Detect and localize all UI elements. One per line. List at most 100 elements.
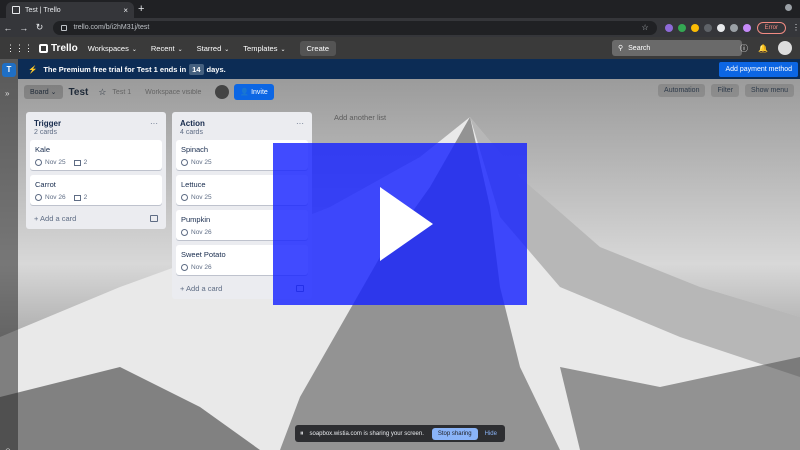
profile-avatar-icon[interactable] <box>742 23 751 32</box>
share-message: soapbox.wistia.com is sharing your scree… <box>309 430 424 437</box>
due-date: Nov 25 <box>191 194 212 201</box>
attachment-icon <box>73 194 81 201</box>
due-date: Nov 26 <box>191 229 212 236</box>
list-title[interactable]: Action <box>180 119 205 128</box>
reload-button[interactable]: ↻ <box>32 22 48 33</box>
extensions-area <box>664 23 751 32</box>
search-icon: ⚲ <box>618 45 624 52</box>
new-tab-button[interactable]: + <box>138 2 144 16</box>
premium-trial-banner: ⚡ The Premium free trial for Test 1 ends… <box>18 59 800 79</box>
back-button[interactable]: ← <box>0 23 16 33</box>
list-trigger[interactable]: Trigger ··· 2 cards Kale Nov 25 2 Carrot… <box>26 112 166 229</box>
url-text: trello.com/b/i2hM31j/test <box>73 24 150 31</box>
board-view-switcher[interactable]: Board ⌄ <box>24 85 63 99</box>
play-icon <box>380 187 433 261</box>
clock-icon <box>35 159 42 166</box>
add-card-button[interactable]: + Add a card <box>30 210 162 225</box>
board-title[interactable]: Test <box>69 87 89 98</box>
notifications-bell-icon[interactable]: 🔔 <box>758 44 768 53</box>
automation-button[interactable]: Automation <box>658 84 706 97</box>
chevron-down-icon: ⌄ <box>177 46 183 53</box>
error-button[interactable]: Error <box>756 21 786 34</box>
card-kale[interactable]: Kale Nov 25 2 <box>30 140 162 170</box>
browser-tab[interactable]: Test | Trello × <box>6 2 134 18</box>
trello-logo-text: Trello <box>51 42 78 54</box>
create-button[interactable]: Create <box>299 40 337 56</box>
search-placeholder: Search <box>628 44 651 52</box>
stop-sharing-button[interactable]: Stop sharing <box>431 427 478 440</box>
trello-page: ⋮⋮⋮ Trello Workspaces ⌄ Recent ⌄ Starred ⌄ … <box>0 37 800 450</box>
pause-icon: ⏸ <box>300 429 304 437</box>
browser-address-bar: ← → ↻ trello.com/b/i2hM31j/test ☆ Error … <box>0 18 800 37</box>
list-menu-icon[interactable]: ··· <box>296 119 304 128</box>
workspace-badge[interactable]: T <box>2 63 16 77</box>
workspace-name-button[interactable]: Test 1 <box>112 89 131 96</box>
lightning-icon: ⚡ <box>28 64 38 74</box>
invite-button[interactable]: 👤 Invite <box>234 84 274 100</box>
banner-text-end: days. <box>206 64 226 74</box>
forward-button[interactable]: → <box>16 23 32 33</box>
nav-recent[interactable]: Recent ⌄ <box>151 44 183 53</box>
expand-sidebar-icon[interactable]: » <box>5 89 9 98</box>
browser-menu-icon[interactable]: ⋮ <box>792 23 800 32</box>
star-board-icon[interactable]: ☆ <box>98 87 106 98</box>
app-switcher-icon[interactable]: ⋮⋮⋮ <box>6 43 33 54</box>
list-title[interactable]: Trigger <box>34 119 61 128</box>
extension-icon[interactable] <box>677 23 686 32</box>
record-indicator-icon <box>785 4 792 13</box>
puzzle-icon[interactable] <box>729 23 738 32</box>
search-input[interactable]: ⚲ Search <box>612 40 742 56</box>
list-card-count: 2 cards <box>34 129 57 136</box>
add-payment-method-button[interactable]: Add payment method <box>719 62 798 77</box>
extension-icon[interactable] <box>716 23 725 32</box>
clock-icon <box>181 159 188 166</box>
card-title: Carrot <box>35 180 56 189</box>
lock-icon <box>61 24 68 31</box>
clock-icon <box>181 194 188 201</box>
nav-templates[interactable]: Templates ⌄ <box>243 44 285 53</box>
user-avatar[interactable] <box>778 41 792 55</box>
person-icon: 👤 <box>240 89 250 96</box>
trello-top-nav: ⋮⋮⋮ Trello Workspaces ⌄ Recent ⌄ Starred ⌄ … <box>0 37 800 59</box>
url-field[interactable]: trello.com/b/i2hM31j/test ☆ <box>53 20 657 35</box>
add-list-button[interactable]: Add another list <box>334 113 386 122</box>
bookmark-star-icon[interactable]: ☆ <box>641 23 648 32</box>
trello-logo-icon <box>39 43 48 53</box>
trello-logo[interactable]: Trello <box>39 43 78 54</box>
extension-icon[interactable] <box>690 23 699 32</box>
nav-starred[interactable]: Starred ⌄ <box>197 44 230 53</box>
nav-workspaces[interactable]: Workspaces ⌄ <box>88 44 137 53</box>
info-icon[interactable]: ⓘ <box>740 43 748 54</box>
banner-text: The Premium free trial for Test 1 ends i… <box>43 64 187 74</box>
chevron-down-icon: ⌄ <box>131 46 137 53</box>
list-card-count: 4 cards <box>180 129 203 136</box>
clock-icon <box>181 229 188 236</box>
chevron-down-icon: ⌄ <box>224 46 230 53</box>
browser-tab-bar: Test | Trello × + <box>0 0 800 18</box>
attachment-icon <box>73 159 81 166</box>
extension-icon[interactable] <box>703 23 712 32</box>
workspace-sidebar: T » ⊙ <box>0 59 18 450</box>
show-menu-button[interactable]: Show menu <box>745 84 794 97</box>
filter-button[interactable]: Filter <box>711 84 740 97</box>
screen-share-notification: ⏸ soapbox.wistia.com is sharing your scr… <box>295 425 505 442</box>
attachment-count: 2 <box>83 159 88 166</box>
trello-favicon-icon <box>12 6 20 14</box>
hide-button[interactable]: Hide <box>485 431 497 437</box>
tab-title: Test | Trello <box>25 6 61 14</box>
due-date: Nov 25 <box>45 159 66 166</box>
chevron-down-icon: ⌄ <box>280 46 286 53</box>
visibility-button[interactable]: Workspace visible <box>145 89 201 96</box>
list-menu-icon[interactable]: ··· <box>150 119 158 128</box>
top-right-icons: ⓘ 🔔 <box>740 41 792 55</box>
card-carrot[interactable]: Carrot Nov 26 2 <box>30 175 162 205</box>
clock-icon <box>181 264 188 271</box>
extension-icon[interactable] <box>664 23 673 32</box>
close-tab-icon[interactable]: × <box>123 6 128 15</box>
video-play-button[interactable] <box>273 143 527 305</box>
clock-icon <box>35 194 42 201</box>
due-date: Nov 26 <box>45 194 66 201</box>
member-avatar[interactable] <box>215 85 230 99</box>
card-template-icon[interactable] <box>150 215 158 222</box>
card-title: Kale <box>35 145 51 154</box>
